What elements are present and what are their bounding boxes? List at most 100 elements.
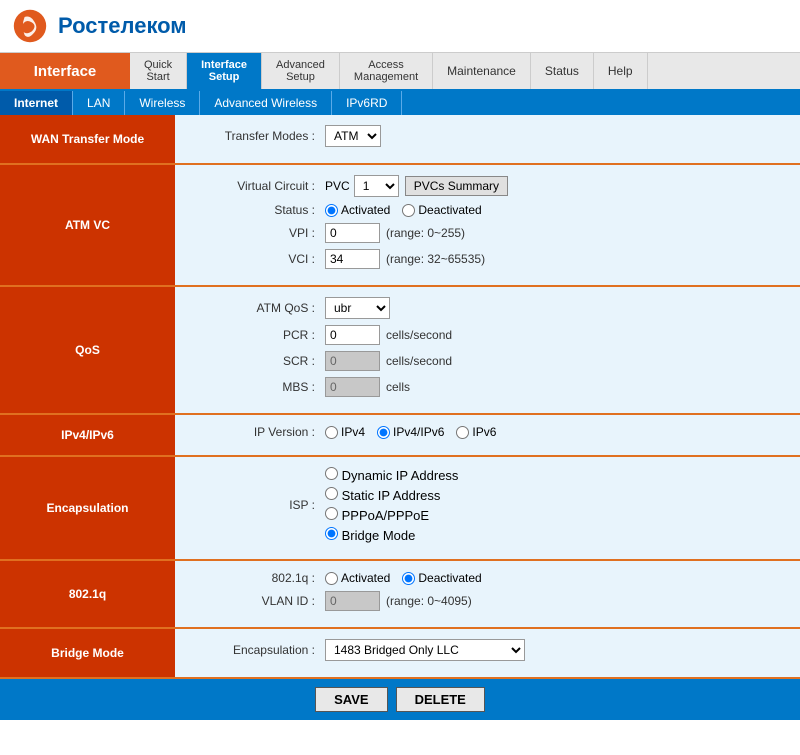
- sub-lan[interactable]: LAN: [73, 91, 125, 115]
- atm-vc-content: Virtual Circuit : PVC 1234 5678 PVCs Sum…: [175, 165, 800, 285]
- transfer-modes-row: Transfer Modes : ATM PTM: [195, 125, 780, 147]
- isp-pppoa-radio[interactable]: [325, 507, 338, 520]
- vlan-id-label: VLAN ID :: [195, 594, 315, 608]
- status-activated-radio[interactable]: [325, 204, 338, 217]
- vpi-input[interactable]: [325, 223, 380, 243]
- vpi-row: VPI : (range: 0~255): [195, 223, 780, 243]
- virtual-circuit-select[interactable]: 1234 5678: [354, 175, 399, 197]
- isp-static-radio[interactable]: [325, 487, 338, 500]
- bridge-mode-content: Encapsulation : 1483 Bridged Only LLC 14…: [175, 629, 800, 677]
- virtual-circuit-label: Virtual Circuit :: [195, 179, 315, 193]
- sub-ipv6rd[interactable]: IPv6RD: [332, 91, 402, 115]
- delete-button[interactable]: DELETE: [396, 687, 485, 712]
- nav-help[interactable]: Help: [594, 53, 648, 89]
- ip-version-row: IP Version : IPv4 IPv4/IPv6 IPv6: [195, 425, 780, 439]
- pvcs-summary-button[interactable]: PVCs Summary: [405, 176, 508, 196]
- scr-row: SCR : cells/second: [195, 351, 780, 371]
- nav-interface-setup[interactable]: Interface Setup: [187, 53, 262, 89]
- encapsulation-section: Encapsulation ISP : Dynamic IP Address S…: [0, 457, 800, 561]
- isp-dynamic-radio[interactable]: [325, 467, 338, 480]
- transfer-modes-select[interactable]: ATM PTM: [325, 125, 381, 147]
- vci-range: (range: 32~65535): [386, 252, 485, 266]
- isp-radio-group: Dynamic IP Address Static IP Address PPP…: [325, 467, 458, 543]
- isp-static-option[interactable]: Static IP Address: [325, 487, 458, 503]
- atm-qos-select[interactable]: ubrcbrvbr-nrtvbr-rt: [325, 297, 390, 319]
- isp-dynamic-option[interactable]: Dynamic IP Address: [325, 467, 458, 483]
- ipv4-text: IPv4: [341, 425, 365, 439]
- nav-advanced-setup[interactable]: Advanced Setup: [262, 53, 340, 89]
- pcr-input[interactable]: [325, 325, 380, 345]
- ipv4ipv6-radio[interactable]: [377, 426, 390, 439]
- bridge-encapsulation-row: Encapsulation : 1483 Bridged Only LLC 14…: [195, 639, 780, 661]
- ipv6-option[interactable]: IPv6: [456, 425, 496, 439]
- wan-transfer-mode-label: WAN Transfer Mode: [0, 115, 175, 163]
- header: Ростелеком: [0, 0, 800, 53]
- atm-qos-label: ATM QoS :: [195, 301, 315, 315]
- status-deactivated-text: Deactivated: [418, 203, 481, 217]
- vlan-id-input[interactable]: [325, 591, 380, 611]
- ipv4-radio[interactable]: [325, 426, 338, 439]
- ipv4ipv6-option[interactable]: IPv4/IPv6: [377, 425, 444, 439]
- nav-maintenance[interactable]: Maintenance: [433, 53, 531, 89]
- dot1q-section: 802.1q 802.1q : Activated Deactivated VL…: [0, 561, 800, 629]
- isp-pppoa-text: PPPoA/PPPoE: [342, 508, 429, 523]
- atm-vc-section: ATM VC Virtual Circuit : PVC 1234 5678 P…: [0, 165, 800, 287]
- dot1q-radio-group: Activated Deactivated: [325, 571, 482, 585]
- qos-label: QoS: [0, 287, 175, 413]
- ipv4ipv6-content: IP Version : IPv4 IPv4/IPv6 IPv6: [175, 415, 800, 455]
- mbs-input[interactable]: [325, 377, 380, 397]
- ipv4ipv6-text: IPv4/IPv6: [393, 425, 444, 439]
- isp-label: ISP :: [195, 498, 315, 512]
- status-radio-group: Activated Deactivated: [325, 203, 482, 217]
- ipv6-radio[interactable]: [456, 426, 469, 439]
- dot1q-activated-option[interactable]: Activated: [325, 571, 390, 585]
- isp-pppoa-option[interactable]: PPPoA/PPPoE: [325, 507, 458, 523]
- vci-label: VCI :: [195, 252, 315, 266]
- mbs-row: MBS : cells: [195, 377, 780, 397]
- status-activated-option[interactable]: Activated: [325, 203, 390, 217]
- nav-access-management[interactable]: Access Management: [340, 53, 433, 89]
- scr-unit: cells/second: [386, 354, 452, 368]
- ipv4ipv6-label: IPv4/IPv6: [0, 415, 175, 455]
- isp-row: ISP : Dynamic IP Address Static IP Addre…: [195, 467, 780, 543]
- wan-transfer-mode-content: Transfer Modes : ATM PTM: [175, 115, 800, 163]
- nav-quick-start[interactable]: Quick Start: [130, 53, 187, 89]
- status-deactivated-option[interactable]: Deactivated: [402, 203, 481, 217]
- vci-input[interactable]: [325, 249, 380, 269]
- sub-internet[interactable]: Internet: [0, 91, 73, 115]
- status-deactivated-radio[interactable]: [402, 204, 415, 217]
- atm-vc-label: ATM VC: [0, 165, 175, 285]
- bridge-mode-label: Bridge Mode: [0, 629, 175, 677]
- scr-input[interactable]: [325, 351, 380, 371]
- vlan-range: (range: 0~4095): [386, 594, 472, 608]
- vci-row: VCI : (range: 32~65535): [195, 249, 780, 269]
- dot1q-activated-radio[interactable]: [325, 572, 338, 585]
- wan-transfer-mode-section: WAN Transfer Mode Transfer Modes : ATM P…: [0, 115, 800, 165]
- isp-bridge-option[interactable]: Bridge Mode: [325, 527, 458, 543]
- status-activated-text: Activated: [341, 203, 390, 217]
- dot1q-deactivated-radio[interactable]: [402, 572, 415, 585]
- ipv4-option[interactable]: IPv4: [325, 425, 365, 439]
- encapsulation-content: ISP : Dynamic IP Address Static IP Addre…: [175, 457, 800, 559]
- isp-bridge-radio[interactable]: [325, 527, 338, 540]
- sub-wireless[interactable]: Wireless: [125, 91, 200, 115]
- encapsulation-label: Encapsulation: [0, 457, 175, 559]
- logo-text: Ростелеком: [58, 13, 187, 39]
- pcr-label: PCR :: [195, 328, 315, 342]
- top-nav: Interface Quick Start Interface Setup Ad…: [0, 53, 800, 91]
- virtual-circuit-row: Virtual Circuit : PVC 1234 5678 PVCs Sum…: [195, 175, 780, 197]
- dot1q-field-label: 802.1q :: [195, 571, 315, 585]
- isp-bridge-text: Bridge Mode: [342, 528, 416, 543]
- save-button[interactable]: SAVE: [315, 687, 387, 712]
- bridge-encapsulation-select[interactable]: 1483 Bridged Only LLC 1483 Bridged Only …: [325, 639, 525, 661]
- bridge-mode-section: Bridge Mode Encapsulation : 1483 Bridged…: [0, 629, 800, 679]
- dot1q-deactivated-option[interactable]: Deactivated: [402, 571, 481, 585]
- ipv4ipv6-section: IPv4/IPv6 IP Version : IPv4 IPv4/IPv6 IP…: [0, 415, 800, 457]
- nav-status[interactable]: Status: [531, 53, 594, 89]
- pcr-unit: cells/second: [386, 328, 452, 342]
- sub-nav: Internet LAN Wireless Advanced Wireless …: [0, 91, 800, 115]
- dot1q-content: 802.1q : Activated Deactivated VLAN ID :…: [175, 561, 800, 627]
- vpi-range: (range: 0~255): [386, 226, 465, 240]
- sub-advanced-wireless[interactable]: Advanced Wireless: [200, 91, 332, 115]
- dot1q-deactivated-text: Deactivated: [418, 571, 481, 585]
